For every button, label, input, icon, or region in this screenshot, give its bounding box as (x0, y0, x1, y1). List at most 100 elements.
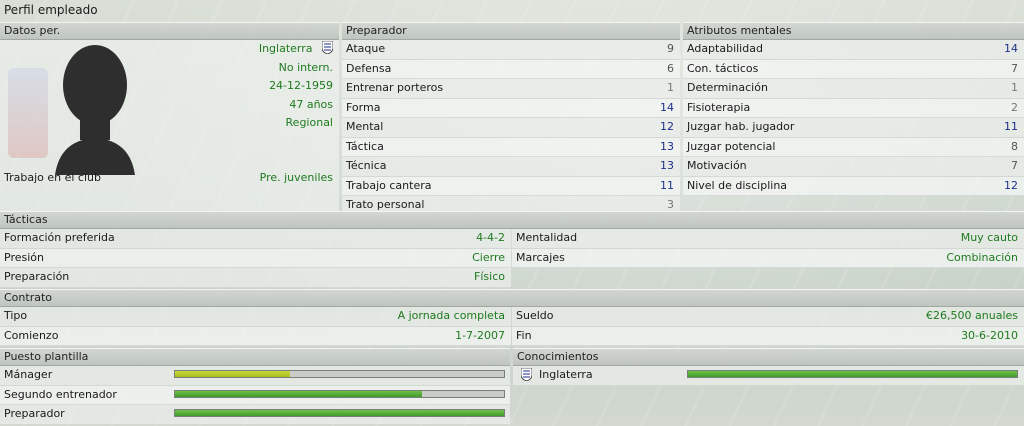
contract-type-label: Tipo (4, 309, 28, 322)
coach-attributes-header: Preparador (342, 22, 680, 40)
marking-value[interactable]: Combinación (946, 249, 1018, 268)
club-job-row: Trabajo en el club Pre. juveniles (0, 169, 339, 188)
formation-label: Formación preferida (4, 231, 115, 244)
personal-data-panel: Datos per. Inglaterra No intern. 24-12-1… (0, 22, 339, 211)
contract-end-row: Fin 30-6-2010 (512, 326, 1024, 346)
mental-attribute-label: Juzgar hab. jugador (687, 120, 795, 133)
coach-attribute-row[interactable]: Defensa 6 (342, 59, 680, 79)
contract-type-value[interactable]: A jornada completa (398, 307, 505, 326)
mental-attribute-row[interactable]: Juzgar potencial 8 (683, 137, 1024, 157)
personal-data-header: Datos per. (0, 22, 339, 40)
coach-attribute-value: 11 (660, 178, 674, 192)
birthdate: 24-12-1959 (269, 79, 333, 92)
mental-attribute-label: Motivación (687, 159, 747, 172)
squad-role-label: Segundo entrenador (4, 387, 117, 401)
squad-role-row: Preparador (0, 405, 510, 425)
squad-role-row: Segundo entrenador (0, 385, 510, 405)
coach-attributes-panel: Preparador Ataque 9 Defensa 6 Entrenar porte… (342, 22, 680, 216)
club-job-label: Trabajo en el club (4, 171, 101, 184)
mental-attribute-label: Con. tácticos (687, 61, 759, 75)
mental-attribute-value: 12 (1004, 178, 1018, 192)
contract-header: Contrato (0, 289, 1024, 307)
coach-attribute-value: 1 (667, 81, 674, 94)
mental-attribute-value: 7 (1011, 61, 1018, 75)
personal-data-body: Inglaterra No intern. 24-12-1959 47 años… (0, 40, 339, 211)
mental-attribute-row[interactable]: Nivel de disciplina 12 (683, 176, 1024, 196)
salary-row: Sueldo €26,500 anuales (512, 307, 1024, 327)
mental-attribute-value: 7 (1011, 159, 1018, 172)
coach-attribute-row[interactable]: Trabajo cantera 11 (342, 176, 680, 196)
mental-attribute-value: 11 (1004, 120, 1018, 133)
squad-role-bar-fill (175, 390, 422, 397)
mentality-row: Mentalidad Muy cauto (512, 229, 1024, 249)
tactics-header: Tácticas (0, 211, 1024, 229)
knowledge-bar-fill (688, 371, 1017, 377)
nationality-value: Inglaterra (258, 42, 313, 55)
mental-attribute-row[interactable]: Adaptabilidad 14 (683, 40, 1024, 60)
coach-attribute-row[interactable]: Técnica 13 (342, 157, 680, 177)
contract-end-label: Fin (516, 328, 532, 342)
squad-role-bar (174, 409, 505, 417)
squad-role-panel: Puesto plantilla Mánager Segundo entrenad… (0, 348, 510, 425)
marking-row: Marcajes Combinación (512, 248, 1024, 268)
squad-role-bar (174, 389, 505, 398)
formation-row: Formación preferida 4-4-2 (0, 229, 511, 249)
nationality-row[interactable]: Inglaterra (133, 40, 334, 59)
squad-role-bar (174, 370, 505, 378)
knowledge-row: Inglaterra (513, 366, 1024, 386)
mental-attribute-row[interactable]: Juzgar hab. jugador 11 (683, 118, 1024, 138)
coach-attribute-value: 9 (667, 42, 674, 55)
contract-panel: Contrato Tipo A jornada completa Comienz… (0, 289, 1024, 346)
mental-attribute-label: Adaptabilidad (687, 42, 763, 55)
preparation-value[interactable]: Físico (474, 268, 505, 287)
coach-attribute-row[interactable]: Mental 12 (342, 118, 680, 138)
preparation-row: Preparación Físico (0, 268, 511, 288)
england-crest-icon (520, 367, 533, 382)
mental-attribute-value: 8 (1011, 139, 1018, 153)
coach-attribute-label: Táctica (346, 139, 384, 153)
coach-attribute-value: 13 (660, 139, 674, 153)
contract-end-value[interactable]: 30-6-2010 (961, 327, 1018, 346)
page-title: Perfil empleado (4, 3, 98, 17)
mentality-label: Mentalidad (516, 231, 578, 244)
mental-attribute-row[interactable]: Con. tácticos 7 (683, 59, 1024, 79)
mental-attribute-value: 14 (1004, 42, 1018, 55)
mental-attribute-value: 1 (1011, 81, 1018, 94)
club-job-value[interactable]: Pre. juveniles (260, 169, 333, 188)
coach-attribute-row[interactable]: Ataque 9 (342, 40, 680, 60)
coach-attribute-label: Ataque (346, 42, 386, 55)
salary-label: Sueldo (516, 309, 554, 322)
marking-label: Marcajes (516, 250, 565, 264)
reputation: Regional (285, 116, 333, 129)
staff-photo-placeholder (0, 40, 150, 180)
mental-attribute-label: Determinación (687, 81, 768, 94)
contract-start-value[interactable]: 1-7-2007 (455, 327, 505, 346)
coach-attribute-label: Trabajo cantera (346, 178, 432, 192)
squad-role-label: Preparador (4, 407, 65, 420)
age: 47 años (289, 97, 333, 111)
pressing-value[interactable]: Cierre (472, 249, 505, 268)
squad-role-bar-fill (175, 371, 291, 377)
mental-attribute-row[interactable]: Fisioterapia 2 (683, 98, 1024, 118)
coach-attribute-row[interactable]: Entrenar porteros 1 (342, 79, 680, 99)
knowledge-bar (687, 370, 1018, 378)
mentality-value[interactable]: Muy cauto (961, 229, 1018, 248)
coach-attribute-label: Mental (346, 120, 384, 133)
squad-role-header: Puesto plantilla (0, 348, 510, 366)
squad-role-bar-fill (175, 410, 504, 416)
coach-attribute-row[interactable]: Forma 14 (342, 98, 680, 118)
coach-attribute-value: 13 (660, 159, 674, 172)
mental-attribute-row[interactable]: Determinación 1 (683, 79, 1024, 99)
mental-attributes-panel: Atributos mentales Adaptabilidad 14 Con. t… (683, 22, 1024, 196)
knowledge-label: Inglaterra (539, 368, 593, 381)
mental-attribute-value: 2 (1011, 100, 1018, 114)
coach-attribute-label: Defensa (346, 61, 392, 75)
coach-attribute-value: 6 (667, 61, 674, 75)
mental-attribute-label: Juzgar potencial (687, 139, 776, 153)
formation-value[interactable]: 4-4-2 (476, 229, 505, 248)
coach-attribute-row[interactable]: Táctica 13 (342, 137, 680, 157)
coach-attribute-label: Forma (346, 100, 381, 114)
salary-value[interactable]: €26,500 anuales (926, 307, 1018, 326)
mental-attribute-row[interactable]: Motivación 7 (683, 157, 1024, 177)
knowledge-panel: Conocimientos Inglaterra (513, 348, 1024, 386)
